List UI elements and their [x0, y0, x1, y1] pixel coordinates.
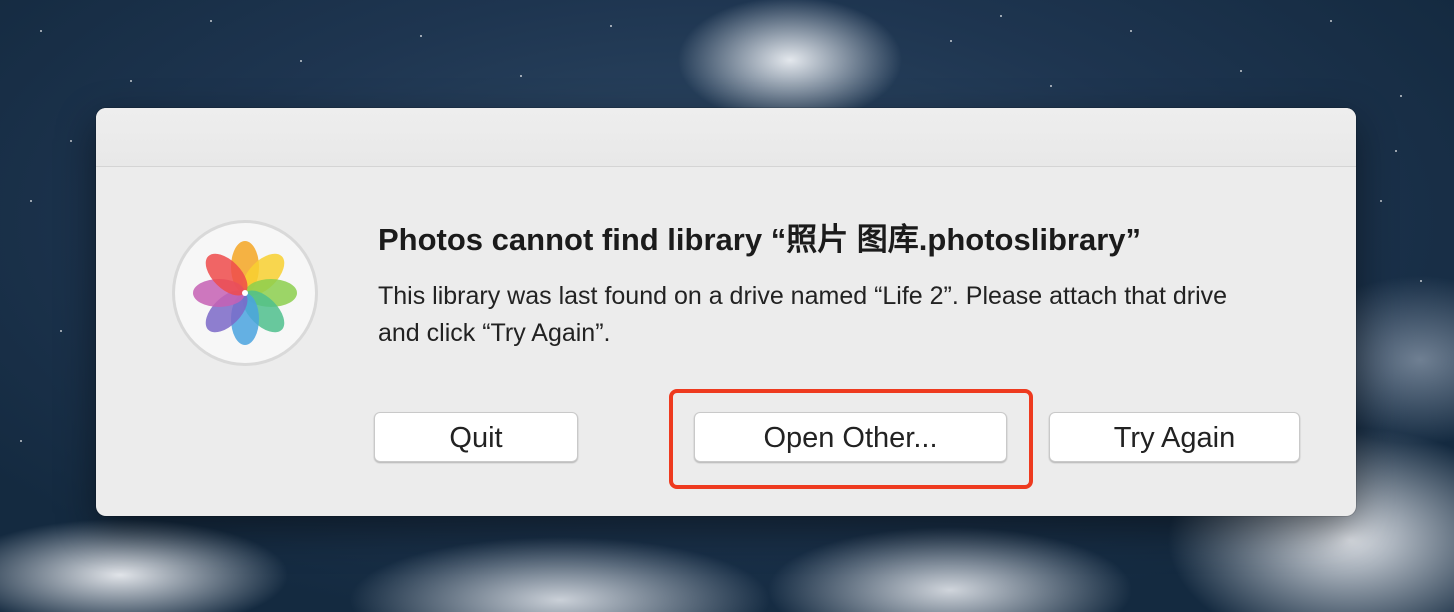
dialog-message: This library was last found on a drive n… [378, 282, 1228, 347]
dialog-title: Photos cannot find library “照片 图库.photos… [378, 222, 1141, 257]
photos-app-icon [170, 218, 320, 368]
try-again-button[interactable]: Try Again [1049, 412, 1300, 462]
annotation-highlight-box [669, 389, 1033, 489]
quit-button[interactable]: Quit [374, 412, 578, 462]
dialog-titlebar [96, 108, 1356, 167]
